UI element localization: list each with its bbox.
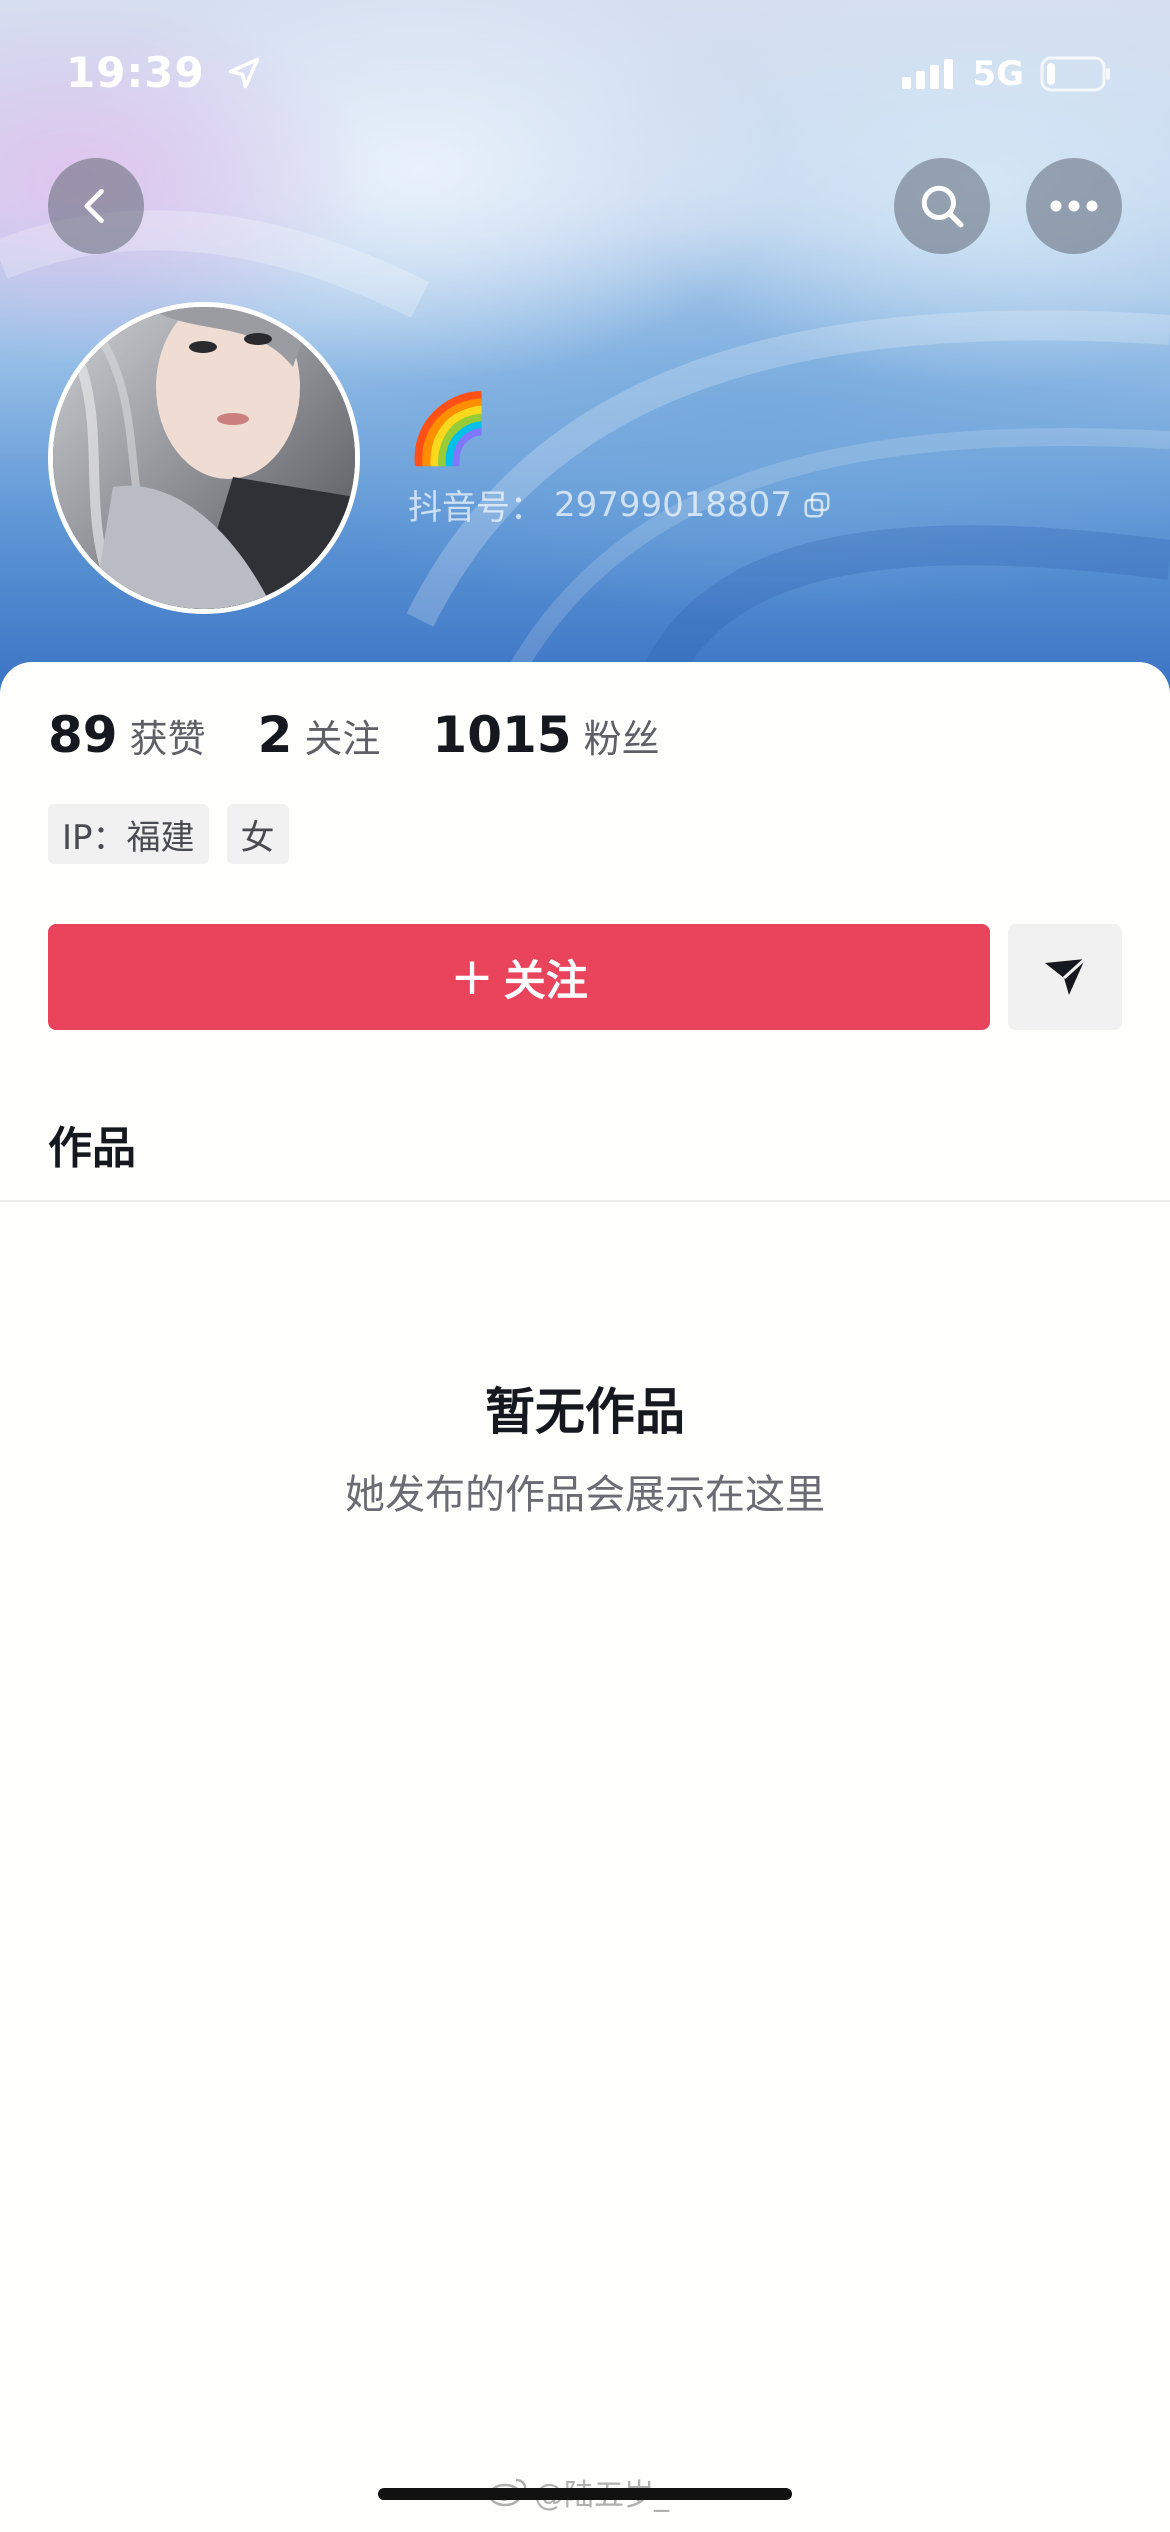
location-arrow-icon: [229, 57, 260, 89]
stat-label: 粉丝: [583, 717, 660, 761]
search-button[interactable]: [894, 158, 990, 254]
profile-tags: IP：福建 女: [48, 804, 289, 864]
stat-value: 1015: [432, 706, 572, 764]
tag-gender: 女: [226, 804, 289, 864]
stat-label: 获赞: [129, 717, 206, 761]
stat-followers[interactable]: 1015 粉丝: [432, 706, 659, 764]
more-horizontal-icon: [1050, 200, 1098, 212]
network-type: 5G: [972, 54, 1024, 94]
nickname: 🌈: [406, 390, 491, 469]
douyin-id-value: 29799018807: [554, 484, 792, 525]
follow-label: 关注: [503, 955, 588, 1005]
tab-works[interactable]: 作品: [48, 1112, 136, 1176]
empty-state-subtitle: 她发布的作品会展示在这里: [345, 1472, 825, 1518]
profile-stats: 89 获赞 2 关注 1015 粉丝: [48, 706, 660, 764]
douyin-id-label: 抖音号：: [408, 488, 544, 528]
copy-icon[interactable]: [802, 490, 832, 520]
stat-label: 关注: [304, 717, 381, 761]
follow-button[interactable]: + 关注: [48, 924, 990, 1030]
battery-icon: [1040, 56, 1110, 92]
message-button[interactable]: [1008, 924, 1122, 1030]
profile-screen: 19:39 5G 🌈 抖音号： 29799018807 89 获赞 2 关注 1…: [0, 0, 1170, 2532]
search-icon: [921, 185, 964, 228]
stat-value: 89: [48, 706, 118, 764]
home-indicator[interactable]: [378, 2488, 792, 2500]
stat-following[interactable]: 2 关注: [258, 706, 381, 764]
tag-ip-location: IP：福建: [48, 804, 209, 864]
stat-likes[interactable]: 89 获赞: [48, 706, 206, 764]
empty-state-title: 暂无作品: [485, 1383, 685, 1441]
douyin-id-row: 抖音号： 29799018807: [408, 480, 832, 529]
chevron-left-icon: [84, 188, 104, 224]
send-icon: [1045, 957, 1087, 995]
tab-divider: [0, 1200, 1170, 1202]
stat-value: 2: [257, 706, 293, 764]
more-button[interactable]: [1026, 158, 1122, 254]
status-indicators: 5G: [902, 54, 1112, 94]
signal-icon: [902, 59, 954, 89]
status-time: 19:39: [66, 48, 262, 97]
back-button[interactable]: [48, 158, 144, 254]
avatar[interactable]: [48, 302, 360, 614]
avatar-photo: [53, 307, 355, 609]
plus-icon: +: [450, 947, 494, 1007]
